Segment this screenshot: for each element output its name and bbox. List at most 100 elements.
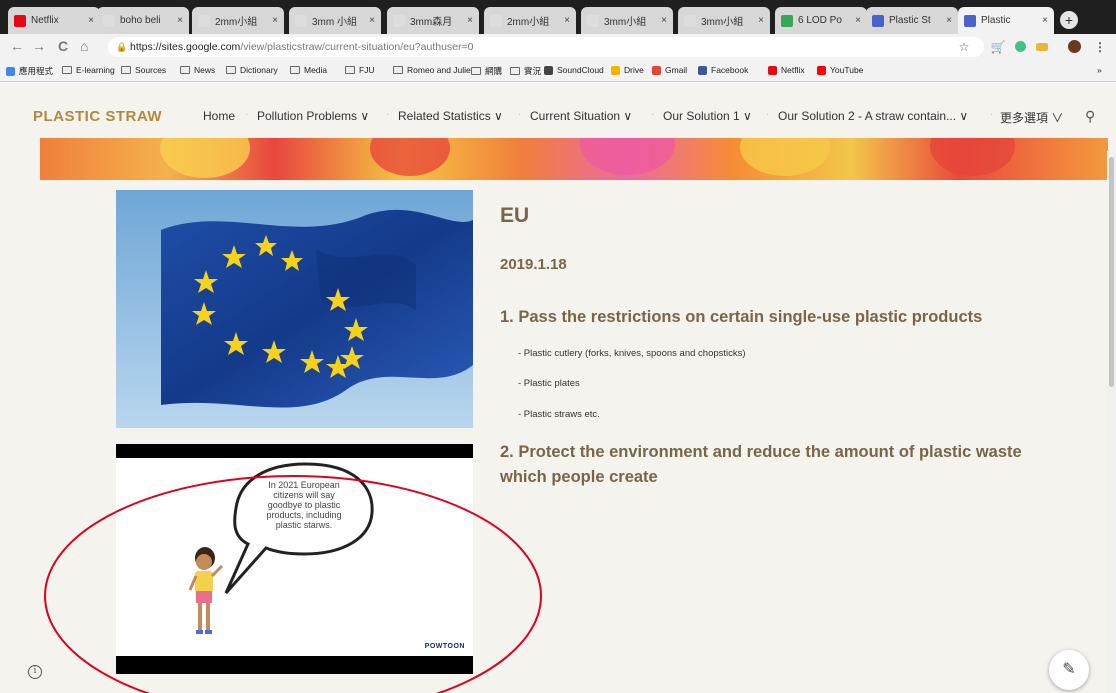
tab-favicon-icon <box>295 14 307 27</box>
tab-close-icon[interactable]: × <box>946 15 952 26</box>
point-1-heading: 1. Pass the restrictions on certain sing… <box>500 308 983 326</box>
menu-icon[interactable]: ⋮ <box>1092 39 1108 55</box>
bullet-item: - Plastic straws etc. <box>518 409 600 420</box>
nav-current-situation[interactable]: Current Situation ∨ <box>530 109 632 123</box>
new-tab-button[interactable]: + <box>1060 11 1078 29</box>
bookmark-item[interactable]: Drive <box>611 65 644 75</box>
tab-close-icon[interactable]: × <box>661 15 667 26</box>
lock-icon: 🔒 <box>116 42 128 52</box>
drive-icon[interactable] <box>1034 39 1050 55</box>
edit-button[interactable]: ✎ <box>1049 650 1089 690</box>
cart-icon[interactable]: 🛒 <box>990 39 1006 55</box>
bookmark-item[interactable]: Netflix <box>768 65 805 75</box>
bookmark-item[interactable]: Media <box>290 65 327 75</box>
browser-tab[interactable]: 6 LOD Po × <box>775 7 867 34</box>
site-brand[interactable]: PLASTIC STRAW <box>33 108 162 125</box>
bullet-item: - Plastic cutlery (forks, knives, spoons… <box>518 348 746 359</box>
tab-favicon-icon <box>14 14 26 27</box>
date-heading: 2019.1.18 <box>500 256 567 273</box>
browser-tab[interactable]: 3mm小組 × <box>581 7 673 34</box>
tab-title: 3mm森月 <box>410 17 453 28</box>
nav-separator: · <box>518 109 522 120</box>
folder-icon <box>510 67 520 75</box>
tab-favicon-icon <box>587 14 599 27</box>
tab-close-icon[interactable]: × <box>369 15 375 26</box>
bookmark-label: E-learning <box>76 65 115 75</box>
bookmark-label: Sources <box>135 65 167 75</box>
browser-tab[interactable]: 2mm小組 × <box>484 7 576 34</box>
bookmark-item[interactable]: 實況 <box>510 65 541 77</box>
bookmark-item[interactable]: Sources <box>121 65 166 75</box>
bookmark-label: Drive <box>624 65 644 75</box>
tab-title: Plastic <box>981 15 1011 26</box>
bullet-item: - Plastic plates <box>518 378 580 389</box>
address-bar[interactable]: 🔒 https://sites.google.com/view/plastics… <box>108 37 984 57</box>
tab-close-icon[interactable]: × <box>564 15 570 26</box>
browser-window: Netflix × boho beli × 2mm小組 × 3mm 小組 × 3mm森月 × 2mm… <box>0 0 1116 693</box>
browser-tab[interactable]: Plastic × <box>958 7 1054 34</box>
info-icon[interactable]: i <box>28 665 42 679</box>
nav-related-statistics[interactable]: Related Statistics ∨ <box>398 109 503 123</box>
page-title: EU <box>500 204 530 227</box>
bookmark-label: Netflix <box>781 65 805 75</box>
nav-home[interactable]: Home <box>203 109 235 123</box>
nav-more-options[interactable]: 更多選項 ∨ <box>1000 109 1063 126</box>
bookmark-label: 應用程式 <box>19 66 54 76</box>
folder-icon <box>471 67 481 75</box>
bookmark-item[interactable]: 網購 <box>471 65 502 77</box>
bookmark-item[interactable]: SoundCloud <box>544 65 604 75</box>
browser-tab[interactable]: Netflix × <box>8 7 100 34</box>
search-icon[interactable]: ⚲ <box>1085 108 1095 125</box>
home-button[interactable]: ⌂ <box>80 38 88 54</box>
page-scrollbar[interactable] <box>1107 151 1116 693</box>
forward-button[interactable]: → <box>32 38 46 54</box>
bookmark-label: Gmail <box>665 65 688 75</box>
back-button[interactable]: ← <box>10 38 24 54</box>
tab-close-icon[interactable]: × <box>272 15 278 26</box>
bookmark-item[interactable]: Gmail <box>652 65 687 75</box>
folder-icon <box>290 66 300 74</box>
url-host: https://sites.google.com <box>130 41 241 53</box>
tab-favicon-icon <box>103 14 115 27</box>
bookmark-item[interactable]: Dictionary <box>226 65 278 75</box>
tab-close-icon[interactable]: × <box>467 15 473 26</box>
extension-icon[interactable] <box>1012 39 1028 55</box>
browser-tab[interactable]: 2mm小組 × <box>192 7 284 34</box>
tab-close-icon[interactable]: × <box>855 15 861 26</box>
left-margin <box>0 151 40 693</box>
bookmark-item[interactable]: 應用程式 <box>6 65 53 77</box>
bookmark-item[interactable]: FJU <box>345 65 375 75</box>
bookmark-label: Dictionary <box>240 65 278 75</box>
reload-button[interactable]: C <box>58 38 68 54</box>
tab-strip: Netflix × boho beli × 2mm小組 × 3mm 小組 × 3mm森月 × 2mm… <box>0 0 1116 34</box>
bookmark-label: 實況 <box>524 66 542 76</box>
bookmark-item[interactable]: Romeo and Juliet <box>393 65 473 75</box>
tab-close-icon[interactable]: × <box>1042 15 1048 26</box>
tab-favicon-icon <box>684 14 696 27</box>
main-content: In 2021 European citizens will say goodb… <box>40 180 1108 693</box>
nav-pollution-problems[interactable]: Pollution Problems ∨ <box>257 109 369 123</box>
annotation-circle <box>44 475 542 693</box>
tab-close-icon[interactable]: × <box>177 15 183 26</box>
bookmark-item[interactable]: News <box>180 65 215 75</box>
browser-tab[interactable]: Plastic St × <box>866 7 958 34</box>
bookmark-item[interactable]: E-learning <box>62 65 115 75</box>
bookmark-item[interactable]: YouTube <box>817 65 863 75</box>
tab-close-icon[interactable]: × <box>758 15 764 26</box>
browser-tab[interactable]: 3mm小組 × <box>678 7 770 34</box>
scrollbar-thumb[interactable] <box>1109 157 1114 387</box>
bookmark-item[interactable]: Facebook <box>698 65 748 75</box>
nav-our-solution-1[interactable]: Our Solution 1 ∨ <box>663 109 752 123</box>
avatar[interactable] <box>1066 39 1082 55</box>
bookmarks-overflow-button[interactable]: » <box>1097 65 1102 75</box>
browser-tab[interactable]: 3mm森月 × <box>387 7 479 34</box>
tab-title: boho beli <box>120 15 161 26</box>
bookmark-label: 網購 <box>485 66 503 76</box>
bookmark-label: YouTube <box>830 65 864 75</box>
nav-our-solution-2[interactable]: Our Solution 2 - A straw contain... ∨ <box>778 109 968 123</box>
nav-separator: · <box>766 109 770 120</box>
browser-tab[interactable]: boho beli × <box>97 7 189 34</box>
browser-tab[interactable]: 3mm 小組 × <box>289 7 381 34</box>
tab-close-icon[interactable]: × <box>88 15 94 26</box>
star-icon[interactable]: ☆ <box>956 39 972 55</box>
